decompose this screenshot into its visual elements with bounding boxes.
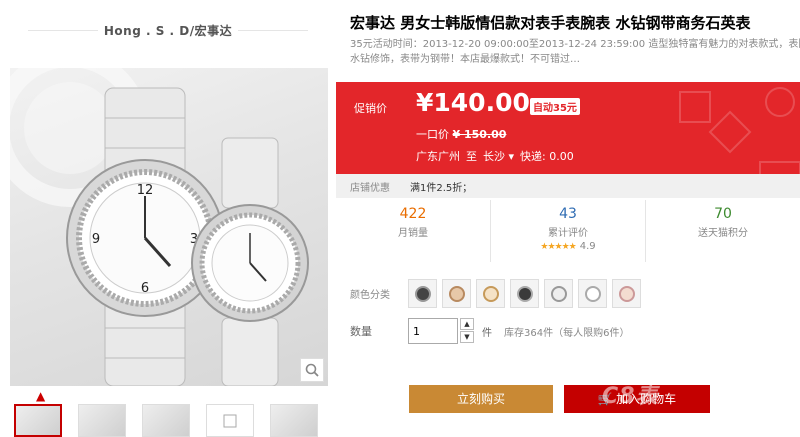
increment-button[interactable]: ▲ bbox=[460, 318, 474, 330]
shop-promo-label: 店铺优惠 bbox=[350, 182, 390, 194]
sales-count: 422 bbox=[399, 206, 427, 222]
decrement-button[interactable]: ▼ bbox=[460, 331, 474, 343]
svg-text:6: 6 bbox=[141, 281, 149, 296]
color-label: 颜色分类 bbox=[350, 290, 390, 301]
color-option[interactable] bbox=[408, 279, 437, 308]
color-option[interactable] bbox=[578, 279, 607, 308]
thumbnail-strip bbox=[14, 404, 318, 437]
broken-image-icon bbox=[223, 414, 237, 427]
price-panel: 促销价 ¥140.00 自动35元 一口价 ¥ 150.00 广东广州 至 长沙… bbox=[336, 82, 800, 174]
quantity-input[interactable] bbox=[408, 318, 458, 344]
points-count: 70 bbox=[714, 206, 732, 222]
watermark: C8表 bbox=[602, 384, 659, 409]
color-option[interactable] bbox=[510, 279, 539, 308]
chevron-down-icon: ▾ bbox=[508, 150, 515, 163]
chevron-up-icon: ▲ bbox=[36, 389, 46, 403]
ship-to-label: 至 bbox=[466, 150, 477, 163]
buy-now-button[interactable]: 立刻购买 bbox=[409, 385, 553, 413]
original-price-label: 一口价 bbox=[416, 128, 449, 141]
original-price-row: 一口价 ¥ 150.00 bbox=[416, 126, 506, 142]
thumbnail[interactable] bbox=[270, 404, 318, 437]
quantity-label: 数量 bbox=[350, 325, 372, 338]
color-option[interactable] bbox=[544, 279, 573, 308]
original-price: ¥ 150.00 bbox=[452, 128, 507, 141]
svg-text:9: 9 bbox=[92, 232, 100, 247]
discount-badge: 自动35元 bbox=[530, 98, 580, 115]
color-option[interactable] bbox=[442, 279, 471, 308]
product-info: 宏事达 男女士韩版情侣款对表手表腕表 水钻钢带商务石英表 35元活动时间：201… bbox=[336, 0, 800, 437]
shop-promo-text: 满1件2.5折； bbox=[410, 182, 473, 194]
ship-to-select[interactable]: 长沙 ▾ bbox=[483, 148, 514, 164]
product-gallery: Hong . S . D/宏事达 12 6 9 3 ▲ bbox=[0, 0, 336, 437]
brand-header: Hong . S . D/宏事达 bbox=[0, 18, 336, 42]
thumbnail[interactable] bbox=[78, 404, 126, 437]
brand-name[interactable]: Hong . S . D/宏事达 bbox=[104, 22, 232, 39]
reviews-count: 43 bbox=[559, 206, 577, 222]
magnifier-icon bbox=[305, 363, 319, 377]
stat-points: 70 送天猫积分 bbox=[646, 200, 800, 262]
main-product-image[interactable]: 12 6 9 3 bbox=[10, 68, 328, 386]
ship-fee: 快递: 0.00 bbox=[520, 150, 574, 163]
color-option[interactable] bbox=[476, 279, 505, 308]
quantity-row: 数量 ▲ ▼ 件 库存364件（每人限购6件） bbox=[350, 318, 629, 344]
decorative-pattern bbox=[679, 87, 800, 174]
shipping-row: 广东广州 至 长沙 ▾ 快递: 0.00 bbox=[416, 148, 574, 164]
product-title: 宏事达 男女士韩版情侣款对表手表腕表 水钻钢带商务石英表 bbox=[350, 14, 751, 32]
promo-price: ¥140.00 bbox=[416, 88, 530, 117]
quantity-stepper: ▲ ▼ bbox=[460, 318, 474, 344]
sales-label: 月销量 bbox=[398, 228, 428, 239]
star-rating-icon: ★★★★★ bbox=[540, 242, 576, 252]
color-option[interactable] bbox=[612, 279, 641, 308]
color-selector: 颜色分类 bbox=[350, 279, 641, 308]
svg-text:12: 12 bbox=[137, 183, 154, 198]
reviews-label: 累计评价 bbox=[548, 228, 588, 239]
stock-info: 库存364件（每人限购6件） bbox=[504, 327, 630, 339]
quantity-unit: 件 bbox=[482, 327, 492, 339]
stats-row: 422 月销量 43 累计评价 ★★★★★ 4.9 70 送天猫积分 bbox=[336, 200, 800, 262]
zoom-button[interactable] bbox=[300, 358, 324, 382]
rating-value: 4.9 bbox=[579, 241, 596, 252]
shop-promo-row: 店铺优惠 满1件2.5折； bbox=[336, 174, 800, 198]
product-subtitle: 35元活动时间：2013-12-20 09:00:00至2013-12-24 2… bbox=[350, 39, 800, 65]
thumbnail[interactable] bbox=[14, 404, 62, 437]
promo-price-label: 促销价 bbox=[354, 102, 387, 115]
thumbnail[interactable] bbox=[142, 404, 190, 437]
thumbnail[interactable] bbox=[206, 404, 254, 437]
watch-pair-image: 12 6 9 3 bbox=[10, 68, 309, 386]
stat-reviews[interactable]: 43 累计评价 ★★★★★ 4.9 bbox=[491, 200, 646, 262]
ship-from: 广东广州 bbox=[416, 150, 460, 163]
stat-sales: 422 月销量 bbox=[336, 200, 491, 262]
points-label: 送天猫积分 bbox=[698, 228, 748, 239]
